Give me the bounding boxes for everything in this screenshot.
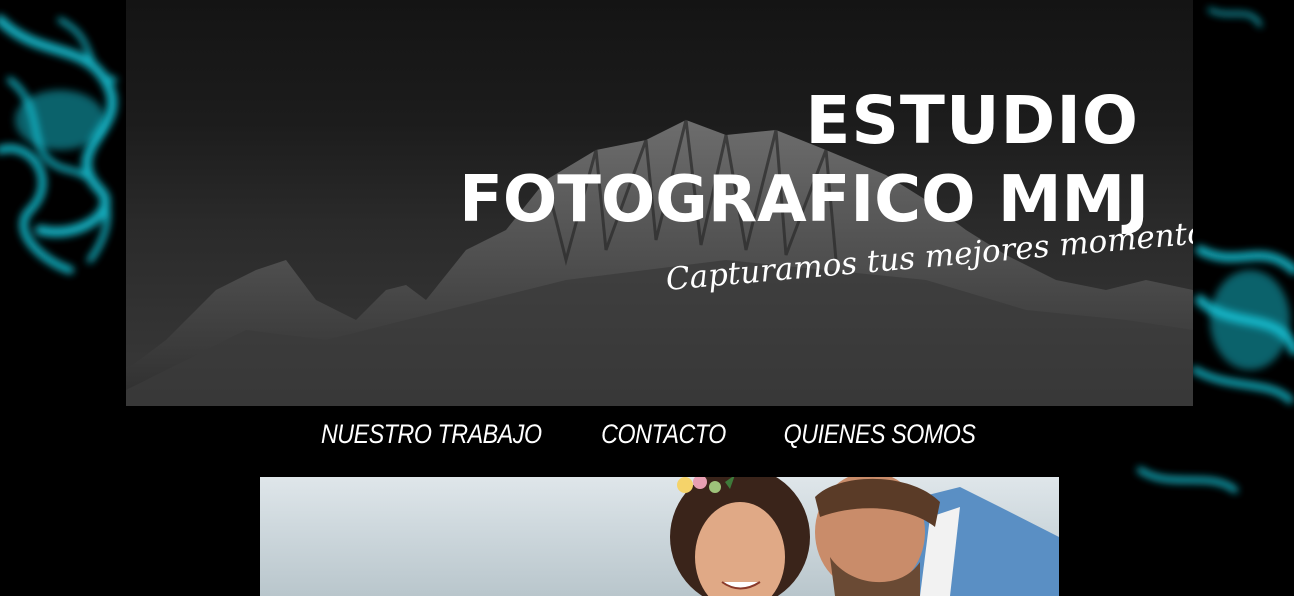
nav-link-nuestro-trabajo[interactable]: NUESTRO TRABAJO (321, 419, 542, 450)
nav-link-contacto[interactable]: CONTACTO (601, 419, 726, 450)
nav-link-quienes-somos[interactable]: QUIENES SOMOS (784, 419, 976, 450)
hero-title-line1: ESTUDIO (805, 82, 1139, 159)
main-nav: NUESTRO TRABAJO CONTACTO QUIENES SOMOS (0, 406, 1294, 462)
hero-title: ESTUDIO FOTOGRAFICO MMJ (459, 82, 1149, 237)
couple-photo (260, 477, 1059, 596)
hero-title-line2: FOTOGRAFICO MMJ (459, 163, 1149, 237)
page: ESTUDIO FOTOGRAFICO MMJ Capturamos tus m… (0, 0, 1294, 596)
hero-banner: ESTUDIO FOTOGRAFICO MMJ Capturamos tus m… (126, 0, 1193, 406)
